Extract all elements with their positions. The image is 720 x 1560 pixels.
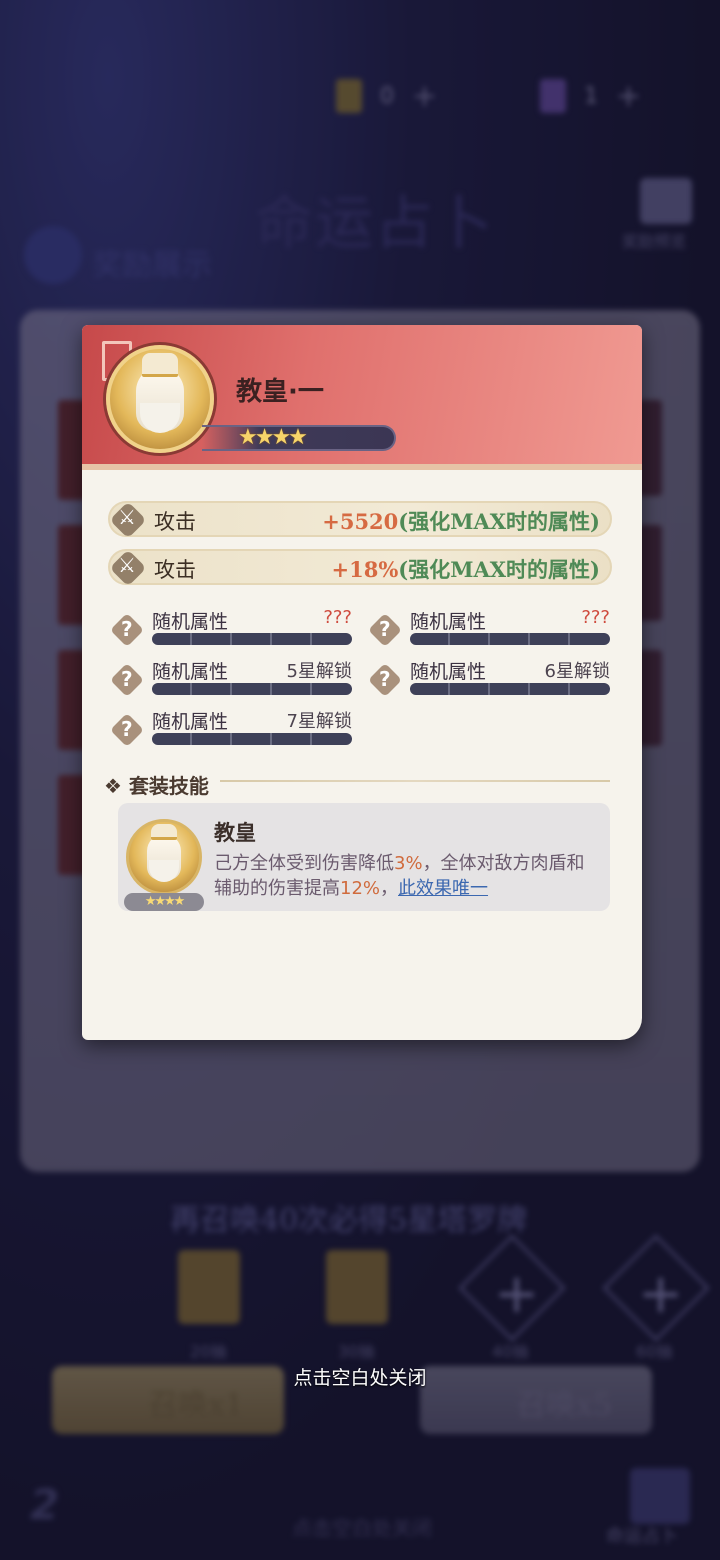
- item-detail-card: 教皇·一 ★★★★ ⚔ 攻击 +5520(强化MAX时的属性) ⚔ 攻击 +18…: [82, 325, 642, 1040]
- random-attr: ? 随机属性 7星解锁: [110, 707, 352, 751]
- main-stat-row: ⚔ 攻击 +18%(强化MAX时的属性): [108, 549, 612, 587]
- random-attr: ? 随机属性 5星解锁: [110, 657, 352, 701]
- set-skill-box: ★★★★ 教皇 己方全体受到伤害降低3%，全体对敌方肉盾和辅助的伤害提高12%，…: [118, 803, 610, 911]
- star-rating: ★★★★: [238, 425, 308, 450]
- unique-effect-link[interactable]: 此效果唯一: [398, 878, 488, 899]
- divider: [220, 780, 610, 782]
- stat-value: +18%(强化MAX时的属性): [331, 557, 601, 582]
- attr-progress-bar: [410, 683, 610, 695]
- random-attr: ? 随机属性 ???: [368, 607, 610, 651]
- attr-progress-bar: [152, 683, 352, 695]
- set-star-rating: ★★★★: [124, 893, 204, 911]
- set-skill-name: 教皇: [214, 821, 256, 845]
- stat-name: 攻击: [154, 558, 196, 582]
- main-stat-row: ⚔ 攻击 +5520(强化MAX时的属性): [108, 501, 612, 539]
- set-skill-title: ❖ 套装技能: [104, 774, 209, 798]
- stat-name: 攻击: [154, 510, 196, 534]
- random-attr: ? 随机属性 6星解锁: [368, 657, 610, 701]
- attr-progress-bar: [410, 633, 610, 645]
- pope-avatar: [126, 819, 202, 895]
- stat-value: +5520(强化MAX时的属性): [322, 509, 600, 534]
- attr-progress-bar: [152, 633, 352, 645]
- set-skill-description: 己方全体受到伤害降低3%，全体对敌方肉盾和辅助的伤害提高12%，此效果唯一: [214, 853, 585, 899]
- pope-avatar: [106, 345, 214, 453]
- sparkle-icon: ❖: [104, 774, 122, 798]
- random-attr: ? 随机属性 ???: [110, 607, 352, 651]
- card-header: 教皇·一 ★★★★: [82, 325, 642, 470]
- item-name: 教皇·一: [236, 377, 324, 407]
- close-hint[interactable]: 点击空白处关闭: [0, 1363, 720, 1390]
- attr-progress-bar: [152, 733, 352, 745]
